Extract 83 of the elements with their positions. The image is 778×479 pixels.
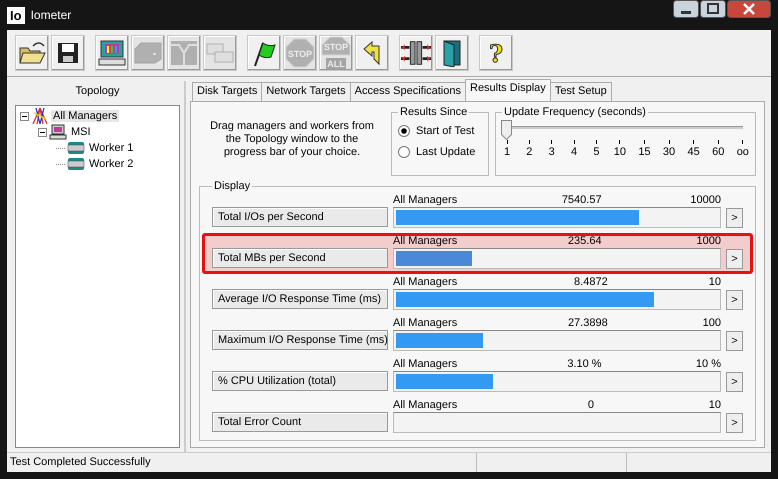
computer-icon xyxy=(97,39,127,67)
panel-title: Topology xyxy=(74,84,121,99)
radio-label[interactable]: Last Update xyxy=(416,146,476,158)
maximize-icon[interactable] xyxy=(700,0,726,18)
group-title: Update Frequency (seconds) xyxy=(503,106,647,118)
tick-label: 5 xyxy=(593,146,600,158)
tick-label: 4 xyxy=(570,146,578,158)
tab[interactable]: Results Display xyxy=(465,79,551,101)
more-button[interactable]: > xyxy=(726,413,743,433)
arrow-icon xyxy=(362,40,382,66)
folder-icon xyxy=(18,40,46,66)
tick-label: 60 xyxy=(712,146,724,158)
tree-item[interactable]: All Managers xyxy=(51,110,120,122)
max-label: 10 % xyxy=(696,358,721,371)
max-label: 100 xyxy=(702,317,721,330)
window-title: Iometer xyxy=(30,8,72,22)
tab[interactable]: Disk Targets xyxy=(192,82,262,101)
drive-icon xyxy=(133,41,163,65)
source-label: All Managers xyxy=(393,358,458,371)
more-button[interactable]: > xyxy=(726,249,743,269)
value-label: 7540.57 xyxy=(560,194,603,207)
slider-thumb[interactable] xyxy=(501,120,512,140)
minimize-icon[interactable] xyxy=(673,0,699,18)
instructions-text: Drag managers and workers from the Topology window to the progress bar of your choice. xyxy=(209,119,375,160)
more-button[interactable]: > xyxy=(726,290,743,310)
app-logo: Io xyxy=(7,6,25,24)
metric-button[interactable]: Average I/O Response Time (ms) xyxy=(212,289,388,309)
tool-button[interactable] xyxy=(355,35,389,71)
arrows-icon xyxy=(400,39,432,67)
tool-button[interactable] xyxy=(51,35,85,71)
tick-label: 10 xyxy=(614,146,626,158)
more-button[interactable]: > xyxy=(726,372,743,392)
metric-button[interactable]: Total MBs per Second xyxy=(212,248,388,268)
tree-item[interactable]: Worker 1 xyxy=(87,142,136,154)
metric-button[interactable]: Maximum I/O Response Time (ms) xyxy=(212,330,388,350)
group-title: Results Since xyxy=(399,106,468,118)
metric-button[interactable]: Total I/Os per Second xyxy=(212,207,388,227)
source-label: All Managers xyxy=(393,317,458,330)
close-icon[interactable] xyxy=(727,0,771,18)
stacked-boxes-icon xyxy=(205,41,235,65)
tab[interactable]: Test Setup xyxy=(550,82,612,101)
tool-button[interactable] xyxy=(399,35,433,71)
source-label: All Managers xyxy=(393,399,458,412)
more-button[interactable]: > xyxy=(726,331,743,351)
source-label: All Managers xyxy=(393,276,458,289)
collapse-icon[interactable] xyxy=(20,112,29,120)
tick-label: 45 xyxy=(688,146,700,158)
flag-icon xyxy=(251,39,277,67)
value-label: 8.4872 xyxy=(573,276,609,289)
tick-label: 2 xyxy=(526,146,532,158)
group-title: Display xyxy=(213,180,252,192)
source-label: All Managers xyxy=(393,194,458,207)
door-icon xyxy=(443,39,461,67)
source-label: All Managers xyxy=(393,235,458,248)
value-label: 3.10 % xyxy=(566,358,603,371)
tick-label: 15 xyxy=(638,146,651,158)
fork-icon xyxy=(169,39,199,67)
tool-button[interactable] xyxy=(247,35,281,71)
radio-label[interactable]: Start of Test xyxy=(416,124,474,136)
max-label: 1000 xyxy=(696,235,721,248)
max-label: 10000 xyxy=(690,194,721,207)
max-label: 10 xyxy=(708,276,721,289)
tick-label: 30 xyxy=(662,146,676,158)
value-label: 27.3898 xyxy=(566,317,609,330)
computer-icon xyxy=(49,124,67,140)
radio-icon[interactable] xyxy=(398,146,410,158)
tool-button[interactable] xyxy=(95,35,129,71)
collapse-icon[interactable] xyxy=(38,128,47,136)
tree-item[interactable]: MSI xyxy=(69,126,93,138)
radio-icon[interactable] xyxy=(398,124,410,136)
value-label: 0 xyxy=(586,399,595,412)
tick-label: 1 xyxy=(504,146,510,158)
value-label: 235.64 xyxy=(566,235,603,248)
status-text: Test Completed Successfully xyxy=(7,453,477,472)
tool-button[interactable] xyxy=(435,35,469,71)
max-label: 10 xyxy=(708,399,721,412)
tool-button[interactable] xyxy=(15,35,49,71)
tree-item[interactable]: Worker 2 xyxy=(87,158,136,170)
tick-label: oo xyxy=(736,146,749,158)
metric-button[interactable]: % CPU Utilization (total) xyxy=(212,371,388,391)
metric-button[interactable]: Total Error Count xyxy=(212,412,388,432)
tick-label: 3 xyxy=(548,146,555,158)
more-button[interactable]: > xyxy=(726,208,743,228)
